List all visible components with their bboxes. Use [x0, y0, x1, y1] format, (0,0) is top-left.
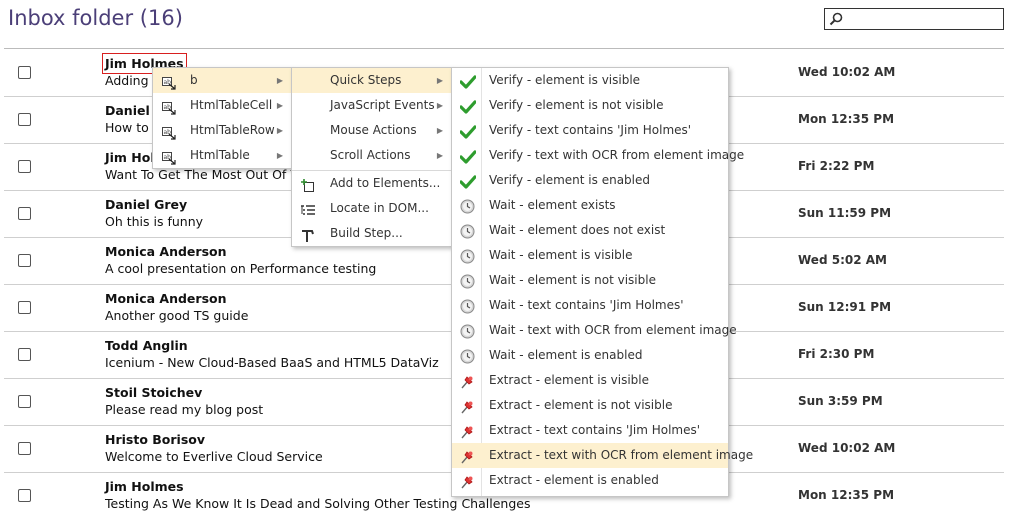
email-date: Fri 2:22 PM	[798, 159, 875, 173]
submenu-arrow-icon: ▶	[276, 151, 283, 160]
submenu-arrow-icon: ▶	[436, 76, 443, 85]
email-subject[interactable]: Want To Get The Most Out Of Yo	[105, 167, 304, 182]
email-subject[interactable]: Testing As We Know It Is Dead and Solvin…	[105, 496, 530, 511]
email-date: Wed 10:02 AM	[798, 65, 896, 79]
context-menu-quick-steps: Verify - element is visible Verify - elem…	[451, 67, 753, 497]
email-subject[interactable]: A cool presentation on Performance testi…	[105, 261, 376, 276]
email-subject[interactable]: Welcome to Everlive Cloud Service	[105, 449, 323, 464]
submenu-arrow-icon: ▶	[436, 151, 443, 160]
context-menu-elements: ab b ▶ ab HtmlTableCell ▶ ab HtmlTableRo…	[152, 67, 292, 169]
row-checkbox[interactable]	[18, 207, 31, 220]
menu-item-scroll-actions[interactable]: Scroll Actions ▶	[292, 143, 451, 168]
menu-item-mouse-actions[interactable]: Mouse Actions ▶	[292, 118, 451, 143]
email-sender[interactable]: Hristo Borisov	[105, 432, 205, 447]
menu-item-quick-step[interactable]: Wait - text contains 'Jim Holmes'	[452, 293, 728, 318]
email-sender[interactable]: Jim Holmes	[105, 479, 184, 494]
menu-item-locate-in-dom[interactable]: Locate in DOM...	[292, 196, 451, 221]
page-title: Inbox folder (16)	[8, 6, 183, 30]
row-checkbox[interactable]	[18, 113, 31, 126]
row-checkbox[interactable]	[18, 395, 31, 408]
email-date: Mon 12:35 PM	[798, 112, 895, 126]
row-checkbox[interactable]	[18, 301, 31, 314]
email-date: Sun 11:59 PM	[798, 206, 892, 220]
menu-item-quick-step[interactable]: Wait - element does not exist	[452, 218, 728, 243]
email-subject[interactable]: Oh this is funny	[105, 214, 203, 229]
menu-commands-group: Add to Elements... Locate in DOM... Buil…	[292, 170, 451, 246]
email-date: Fri 2:30 PM	[798, 347, 875, 361]
email-sender[interactable]: Stoil Stoichev	[105, 385, 202, 400]
row-checkbox[interactable]	[18, 160, 31, 173]
menu-item-quick-step[interactable]: Extract - element is not visible	[452, 393, 728, 418]
submenu-arrow-icon: ▶	[436, 101, 443, 110]
menu-item-quick-step[interactable]: Verify - text with OCR from element imag…	[452, 143, 744, 168]
menu-item-element-b[interactable]: ab b ▶	[153, 68, 291, 93]
menu-item-element-htmltable[interactable]: ab HtmlTable ▶	[153, 143, 291, 168]
email-sender[interactable]: Todd Anglin	[105, 338, 188, 353]
submenu-arrow-icon: ▶	[276, 126, 283, 135]
menu-item-quick-step[interactable]: Extract - text contains 'Jim Holmes'	[452, 418, 728, 443]
menu-item-quick-step[interactable]: Extract - element is enabled	[452, 468, 728, 493]
submenu-arrow-icon: ▶	[276, 101, 283, 110]
menu-item-quick-step[interactable]: Extract - text with OCR from element ima…	[452, 443, 753, 468]
row-checkbox[interactable]	[18, 254, 31, 267]
menu-item-quick-step[interactable]: Wait - element is enabled	[452, 343, 728, 368]
email-sender[interactable]: Monica Anderson	[105, 291, 227, 306]
menu-item-quick-step[interactable]: Verify - text contains 'Jim Holmes'	[452, 118, 728, 143]
search-input[interactable]	[824, 8, 1004, 30]
submenu-arrow-icon: ▶	[276, 76, 283, 85]
menu-item-quick-step[interactable]: Extract - element is visible	[452, 368, 728, 393]
email-subject[interactable]: Icenium - New Cloud-Based BaaS and HTML5…	[105, 355, 439, 370]
row-checkbox[interactable]	[18, 66, 31, 79]
build-step-icon	[301, 227, 315, 252]
email-subject[interactable]: Another good TS guide	[105, 308, 248, 323]
pin-icon	[460, 473, 475, 498]
email-date: Wed 10:02 AM	[798, 441, 896, 455]
menu-item-quick-step[interactable]: Verify - element is visible	[452, 68, 728, 93]
menu-item-add-to-elements[interactable]: Add to Elements...	[292, 171, 451, 196]
menu-item-quick-step[interactable]: Wait - element is not visible	[452, 268, 728, 293]
menu-item-quick-steps[interactable]: Quick Steps ▶	[292, 68, 451, 93]
email-date: Sun 3:59 PM	[798, 394, 883, 408]
quick-steps-list: Verify - element is visible Verify - elem…	[452, 68, 753, 493]
menu-item-quick-step[interactable]: Verify - element is enabled	[452, 168, 728, 193]
email-date: Wed 5:02 AM	[798, 253, 887, 267]
menu-item-element-htmltablecell[interactable]: ab HtmlTableCell ▶	[153, 93, 291, 118]
search-icon[interactable]	[829, 12, 843, 26]
menu-item-quick-step[interactable]: Wait - text with OCR from element image	[452, 318, 737, 343]
email-sender[interactable]: Monica Anderson	[105, 244, 227, 259]
menu-item-javascript-events[interactable]: JavaScript Events ▶	[292, 93, 451, 118]
submenu-arrow-icon: ▶	[436, 126, 443, 135]
menu-item-quick-step[interactable]: Verify - element is not visible	[452, 93, 728, 118]
row-checkbox[interactable]	[18, 348, 31, 361]
email-date: Sun 12:91 PM	[798, 300, 892, 314]
email-sender[interactable]: Daniel Grey	[105, 197, 187, 212]
row-checkbox[interactable]	[18, 442, 31, 455]
menu-item-build-step[interactable]: Build Step...	[292, 221, 451, 246]
menu-item-quick-step[interactable]: Wait - element is visible	[452, 243, 728, 268]
menu-item-element-htmltablerow[interactable]: ab HtmlTableRow ▶	[153, 118, 291, 143]
email-subject[interactable]: Please read my blog post	[105, 402, 263, 417]
context-menu-actions: Quick Steps ▶ JavaScript Events ▶ Mouse …	[291, 67, 452, 247]
email-subject[interactable]: How to l	[105, 120, 156, 135]
menu-item-quick-step[interactable]: Wait - element exists	[452, 193, 728, 218]
element-icon: ab	[162, 149, 176, 174]
row-checkbox[interactable]	[18, 489, 31, 502]
email-date: Mon 12:35 PM	[798, 488, 895, 502]
